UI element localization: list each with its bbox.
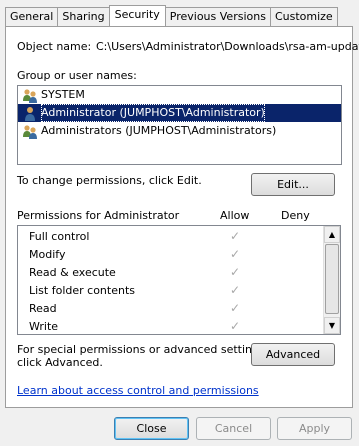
permission-row-modify: Modify ✓ xyxy=(18,246,340,264)
group-names-label: Group or user names: xyxy=(17,69,137,82)
list-item-system[interactable]: SYSTEM xyxy=(18,86,341,104)
permission-name: Full control xyxy=(29,230,90,243)
object-name-label: Object name: xyxy=(17,40,92,53)
tab-security[interactable]: Security xyxy=(108,5,166,26)
allow-column-header: Allow xyxy=(220,209,250,222)
allow-check-icon: ✓ xyxy=(230,265,241,279)
edit-button[interactable]: Edit... xyxy=(251,173,335,196)
permission-row-write: Write ✓ xyxy=(18,318,340,334)
allow-check-icon: ✓ xyxy=(230,247,241,261)
allow-check-icon: ✓ xyxy=(230,283,241,297)
object-name-value: C:\Users\Administrator\Downloads\rsa-am-… xyxy=(96,40,359,53)
permissions-scrollbar[interactable]: ▲ ▼ xyxy=(323,226,340,334)
list-item-label: SYSTEM xyxy=(41,88,85,101)
scroll-down-icon[interactable]: ▼ xyxy=(324,317,340,334)
group-users-icon xyxy=(22,123,38,139)
special-permissions-text-2: click Advanced. xyxy=(17,356,103,369)
deny-column-header: Deny xyxy=(281,209,310,222)
close-button[interactable]: Close xyxy=(114,417,189,440)
permission-name: Read & execute xyxy=(29,266,116,279)
permission-name: Write xyxy=(29,320,59,333)
permission-row-list-folder: List folder contents ✓ xyxy=(18,282,340,300)
special-permissions-text-1: For special permissions or advanced sett… xyxy=(17,343,269,356)
permission-name: Read xyxy=(29,302,57,315)
system-users-icon xyxy=(22,87,38,103)
allow-check-icon: ✓ xyxy=(230,301,241,315)
list-item-label: Administrator (JUMPHOST\Administrator) xyxy=(41,104,265,122)
apply-button[interactable]: Apply xyxy=(277,417,352,440)
permission-name: Modify xyxy=(29,248,66,261)
scroll-thumb[interactable] xyxy=(325,244,339,314)
group-names-list[interactable]: SYSTEM Administrator (JUMPHOST\Administr… xyxy=(17,85,342,165)
security-panel: Object name: C:\Users\Administrator\Down… xyxy=(5,26,359,408)
tab-previous-versions[interactable]: Previous Versions xyxy=(164,7,271,26)
user-icon xyxy=(22,105,38,121)
allow-check-icon: ✓ xyxy=(230,319,241,333)
learn-access-control-link[interactable]: Learn about access control and permissio… xyxy=(17,384,259,397)
permission-row-read-execute: Read & execute ✓ xyxy=(18,264,340,282)
list-item-administrators[interactable]: Administrators (JUMPHOST\Administrators) xyxy=(18,122,341,140)
tab-strip: General Sharing Security Previous Versio… xyxy=(5,5,338,26)
allow-check-icon: ✓ xyxy=(230,229,241,243)
permission-row-full-control: Full control ✓ xyxy=(18,228,340,246)
permissions-header: Permissions for Administrator xyxy=(17,209,180,222)
change-permissions-text: To change permissions, click Edit. xyxy=(17,174,202,187)
permissions-list[interactable]: Full control ✓ Modify ✓ Read & execute ✓… xyxy=(17,225,341,335)
cancel-button[interactable]: Cancel xyxy=(196,417,271,440)
advanced-button[interactable]: Advanced xyxy=(251,343,335,366)
list-item-administrator[interactable]: Administrator (JUMPHOST\Administrator) xyxy=(18,104,341,122)
tab-sharing[interactable]: Sharing xyxy=(57,7,110,26)
tab-general[interactable]: General xyxy=(5,7,59,26)
permission-name: List folder contents xyxy=(29,284,135,297)
permission-row-read: Read ✓ xyxy=(18,300,340,318)
list-item-label: Administrators (JUMPHOST\Administrators) xyxy=(41,124,277,137)
scroll-up-icon[interactable]: ▲ xyxy=(324,226,340,243)
tab-customize[interactable]: Customize xyxy=(269,7,338,26)
